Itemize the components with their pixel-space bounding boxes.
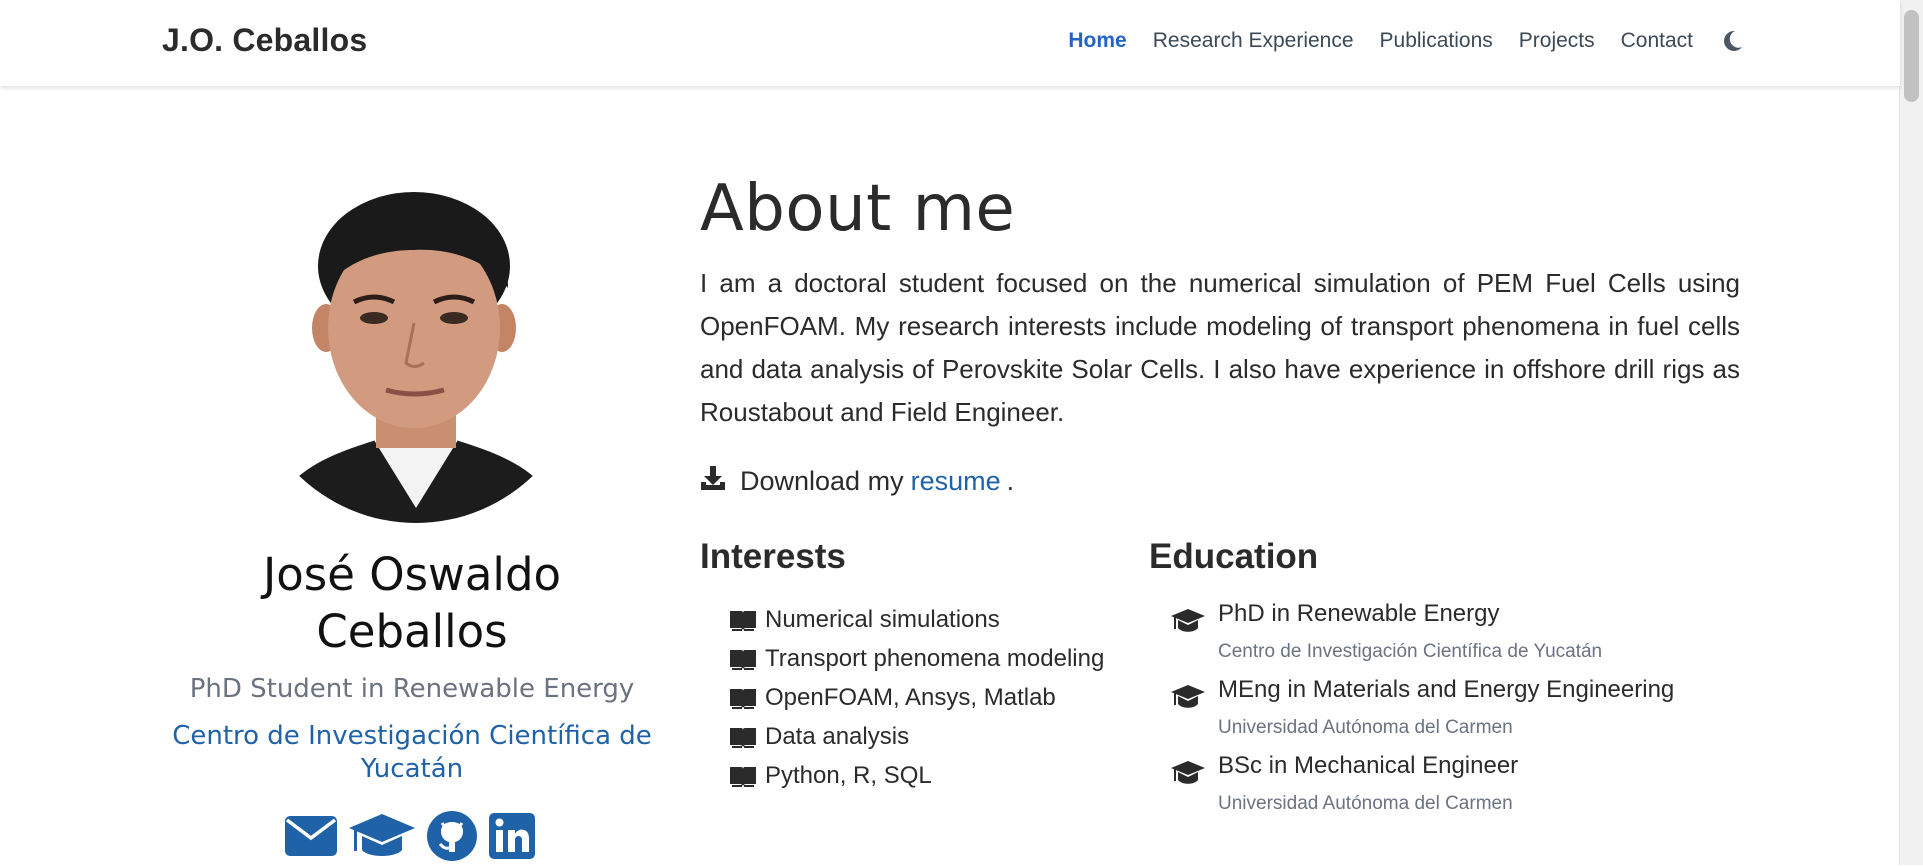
graduation-cap-icon: [1170, 760, 1206, 791]
nav-item-contact[interactable]: Contact: [1621, 29, 1693, 53]
graduation-cap-icon[interactable]: [348, 812, 416, 865]
download-icon: [700, 465, 726, 498]
nav-item-home[interactable]: Home: [1068, 29, 1126, 53]
navbar: J.O. Ceballos Home Research Experience P…: [0, 0, 1900, 86]
education-title: Education: [1149, 537, 1319, 576]
list-item: Python, R, SQL: [729, 756, 1104, 795]
book-icon: [729, 609, 759, 631]
linkedin-icon[interactable]: [488, 812, 536, 865]
list-item: Numerical simulations: [729, 600, 1104, 639]
book-icon: [729, 648, 759, 670]
graduation-cap-icon: [1170, 684, 1206, 715]
profile-organization[interactable]: Centro de Investigación Científica de Yu…: [170, 720, 654, 786]
education-degree: MEng in Materials and Energy Engineering: [1218, 676, 1675, 703]
scrollbar-thumb[interactable]: [1904, 10, 1919, 102]
interests-title: Interests: [700, 537, 846, 576]
list-item: Data analysis: [729, 717, 1104, 756]
nav-menu: Home Research Experience Publications Pr…: [1042, 28, 1900, 54]
interest-label: OpenFOAM, Ansys, Matlab: [765, 683, 1056, 711]
education-institution: Universidad Autónoma del Carmen: [1218, 717, 1513, 738]
about-bio: I am a doctoral student focused on the n…: [700, 268, 1740, 427]
page-scrollbar[interactable]: [1899, 0, 1923, 865]
interest-label: Data analysis: [765, 722, 910, 750]
book-icon: [729, 726, 759, 748]
site-brand[interactable]: J.O. Ceballos: [162, 22, 367, 59]
moon-icon[interactable]: [1723, 28, 1745, 54]
nav-item-publications[interactable]: Publications: [1380, 29, 1493, 53]
avatar: [246, 178, 586, 523]
book-icon: [729, 765, 759, 787]
education-institution: Centro de Investigación Científica de Yu…: [1218, 641, 1603, 662]
list-item: Transport phenomena modeling: [729, 639, 1104, 678]
book-icon: [729, 687, 759, 709]
github-icon[interactable]: [426, 810, 478, 867]
nav-item-projects[interactable]: Projects: [1519, 29, 1595, 53]
envelope-icon[interactable]: [284, 814, 338, 863]
list-item: OpenFOAM, Ansys, Matlab: [729, 678, 1104, 717]
graduation-cap-icon: [1170, 608, 1206, 639]
nav-item-research-experience[interactable]: Research Experience: [1153, 29, 1354, 53]
interests-list: Numerical simulations Transport phenomen…: [729, 600, 1104, 795]
education-degree: PhD in Renewable Energy: [1218, 600, 1500, 627]
about-title: About me: [700, 172, 1016, 246]
download-resume: Download my resume .: [700, 465, 1014, 498]
education-degree: BSc in Mechanical Engineer: [1218, 752, 1519, 779]
download-suffix: .: [1006, 466, 1015, 496]
education-institution: Universidad Autónoma del Carmen: [1218, 793, 1513, 814]
interest-label: Transport phenomena modeling: [765, 644, 1105, 672]
profile-name: José Oswaldo Ceballos: [262, 548, 562, 658]
interest-label: Python, R, SQL: [765, 761, 932, 789]
resume-link[interactable]: resume: [911, 466, 1001, 497]
download-prefix: Download my: [740, 466, 904, 496]
social-links: [284, 810, 546, 867]
interest-label: Numerical simulations: [765, 605, 1000, 633]
profile-role: PhD Student in Renewable Energy: [189, 674, 635, 704]
